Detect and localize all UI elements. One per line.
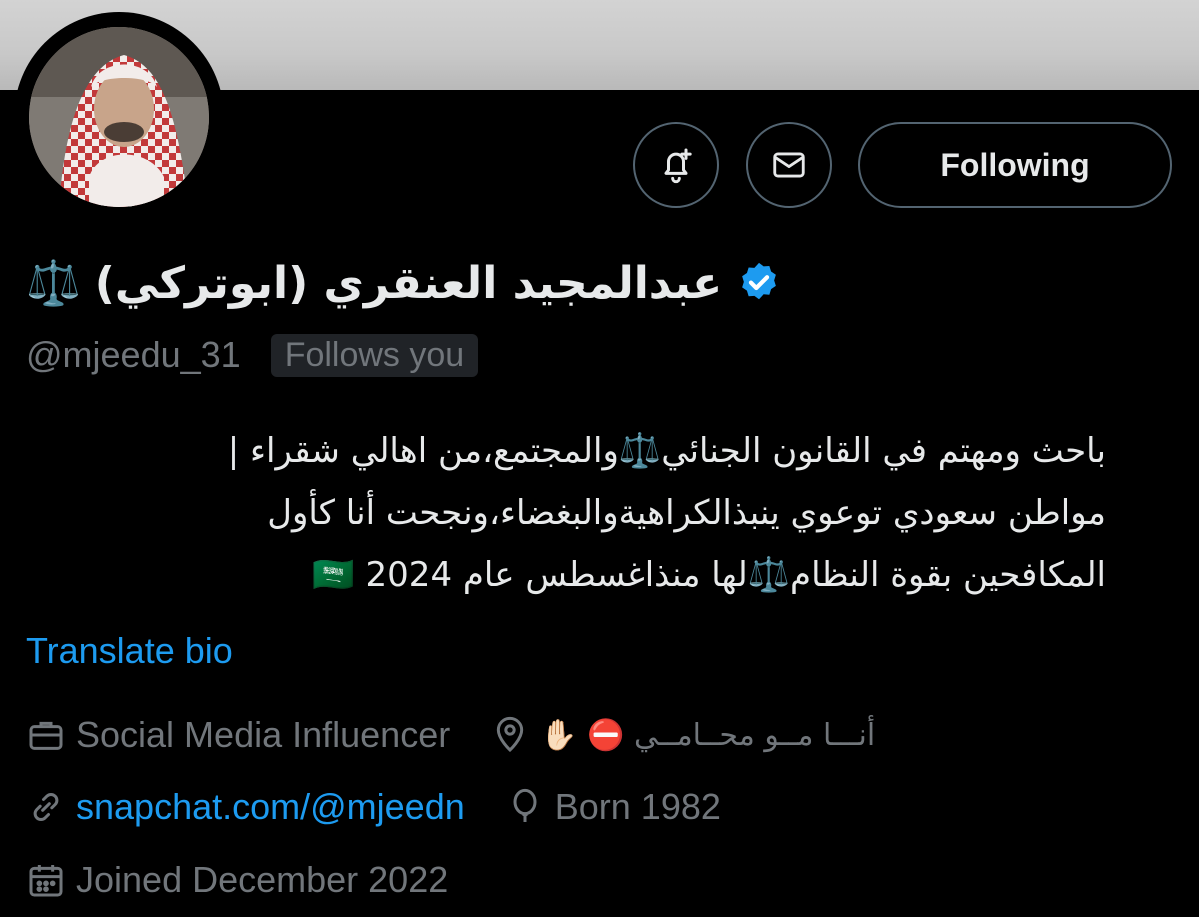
- meta-row-occupation-location: Social Media Influencer أنـــا مــو محــ…: [26, 710, 915, 760]
- bio-line: المكافحين بقوة النظام⚖️لها منذاغسطس عام …: [312, 555, 1106, 595]
- display-name: عبدالمجيد العنقري (ابوتركي): [94, 257, 723, 309]
- bio: باحث ومهتم في القانون الجنائي⚖️والمجتمع،…: [26, 420, 1106, 606]
- message-button[interactable]: [746, 122, 832, 208]
- name-emoji: ⚖️: [26, 258, 81, 309]
- bio-line: باحث ومهتم في القانون الجنائي⚖️والمجتمع،…: [227, 431, 1106, 471]
- avatar-image: [29, 27, 209, 207]
- occupation-text: Social Media Influencer: [76, 714, 451, 755]
- envelope-icon: [773, 152, 805, 178]
- balloon-icon: [513, 788, 537, 822]
- calendar-icon: [29, 865, 63, 897]
- joined-text: Joined December 2022: [76, 859, 449, 900]
- handle-row: @mjeedu_31 Follows you: [26, 332, 479, 378]
- verified-badge-icon[interactable]: [736, 260, 782, 306]
- profile-page: Following ⚖️ عبدالمجيد العنقري (ابوتركي)…: [0, 0, 1199, 917]
- handle: @mjeedu_31: [26, 334, 241, 375]
- location: أنـــا مــو محــامــي ⛔ ✋🏻: [490, 715, 875, 755]
- website-link[interactable]: snapchat.com/@mjeedn: [76, 786, 465, 828]
- meta-row-website-born: snapchat.com/@mjeedn Born 1982: [26, 782, 761, 832]
- website[interactable]: snapchat.com/@mjeedn: [26, 786, 465, 828]
- notifications-button[interactable]: [633, 122, 719, 208]
- joined: Joined December 2022: [26, 859, 448, 901]
- briefcase-icon: [29, 721, 63, 750]
- born-text: Born 1982: [554, 786, 721, 827]
- link-icon: [33, 793, 59, 821]
- follows-you-badge: Follows you: [270, 333, 479, 377]
- avatar[interactable]: [14, 12, 224, 222]
- translate-bio-link[interactable]: Translate bio: [26, 630, 233, 672]
- following-button[interactable]: Following: [858, 122, 1172, 208]
- location-pin-icon: [497, 716, 524, 753]
- occupation: Social Media Influencer: [26, 714, 450, 756]
- bell-plus-icon: [664, 148, 692, 184]
- birthdate: Born 1982: [505, 786, 721, 828]
- meta-row-joined: Joined December 2022: [26, 855, 488, 905]
- bio-line: مواطن سعودي توعوي ينبذالكراهيةوالبغضاء،و…: [267, 493, 1106, 533]
- location-text: أنـــا مــو محــامــي ⛔ ✋🏻: [540, 717, 876, 753]
- display-name-row: ⚖️ عبدالمجيد العنقري (ابوتركي): [26, 248, 782, 318]
